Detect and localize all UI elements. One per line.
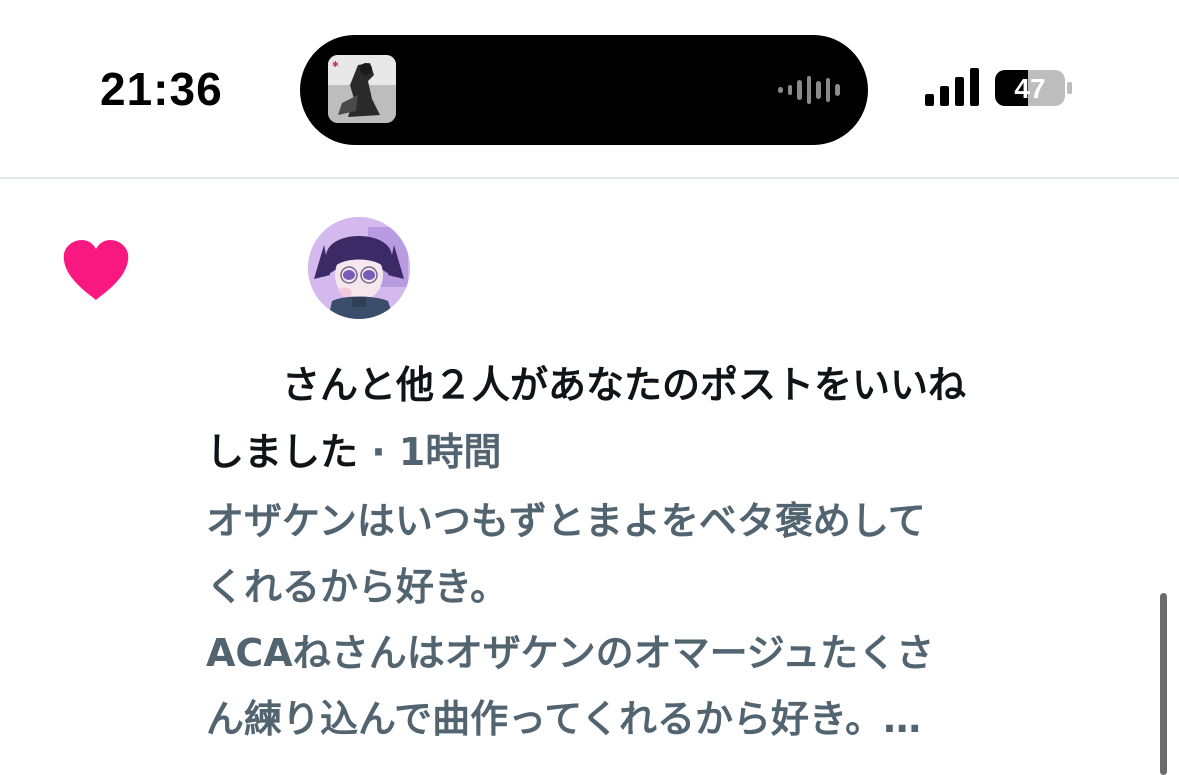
post-text-line[interactable]: ACAねさんはオザケンのオマージュたくさ — [206, 634, 934, 672]
heart-icon — [63, 240, 129, 300]
notification-separator: · — [358, 430, 399, 474]
notification-text-line2-row: しました · 1時間 — [206, 433, 501, 471]
divider — [0, 177, 1179, 179]
battery-icon: 47 — [995, 70, 1072, 106]
audio-waveform-icon — [778, 75, 841, 105]
battery-level: 47 — [1014, 73, 1045, 104]
post-text-line[interactable]: くれるから好き。 — [206, 568, 508, 606]
scrollbar[interactable] — [1160, 593, 1167, 775]
notification-text-line1: さんと他２人があなたのポストをいいね — [282, 363, 967, 407]
status-time: 21:36 — [100, 63, 223, 115]
post-text-line[interactable]: ん練り込んで曲作ってくれるから好き。… — [206, 700, 921, 738]
post-text-line[interactable]: オザケンはいつもずとまよをベタ褒めして — [206, 502, 926, 540]
status-bar: 21:36 ✱ 47 — [0, 0, 1179, 178]
cellular-signal-icon — [925, 68, 979, 106]
album-art-thumbnail[interactable]: ✱ — [328, 55, 396, 123]
svg-text:✱: ✱ — [332, 60, 339, 69]
dynamic-island[interactable]: ✱ — [300, 35, 868, 145]
user-avatar[interactable] — [308, 217, 410, 319]
notification-text-line2: しました — [206, 430, 359, 474]
notification-time: 1時間 — [398, 430, 502, 474]
